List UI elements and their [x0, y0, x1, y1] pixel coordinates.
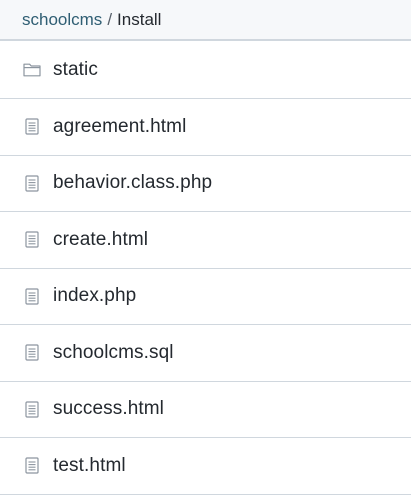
file-name: schoolcms.sql: [53, 341, 174, 363]
file-icon: [23, 400, 41, 418]
file-row[interactable]: create.html: [0, 212, 411, 269]
file-row[interactable]: schoolcms.sql: [0, 325, 411, 382]
breadcrumb-separator: /: [107, 9, 113, 29]
breadcrumb-repo-link[interactable]: schoolcms: [22, 10, 102, 30]
file-name: test.html: [53, 454, 126, 476]
file-name: agreement.html: [53, 115, 187, 137]
file-name: index.php: [53, 285, 137, 307]
file-row[interactable]: agreement.html: [0, 99, 411, 156]
file-list: static agreement.html behavior.class.php: [0, 40, 411, 495]
folder-row-static[interactable]: static: [0, 40, 411, 99]
breadcrumb: schoolcms / Install: [0, 0, 411, 40]
file-icon: [23, 287, 41, 305]
file-icon: [23, 118, 41, 136]
file-name: success.html: [53, 398, 165, 420]
file-row[interactable]: test.html: [0, 438, 411, 495]
file-name: create.html: [53, 228, 149, 250]
breadcrumb-current: Install: [117, 9, 162, 29]
file-icon: [23, 174, 41, 192]
file-name: behavior.class.php: [53, 172, 213, 194]
file-row[interactable]: behavior.class.php: [0, 156, 411, 212]
file-row[interactable]: success.html: [0, 382, 411, 438]
folder-icon: [23, 61, 41, 79]
file-icon: [23, 344, 41, 362]
file-icon: [23, 457, 41, 475]
file-row[interactable]: index.php: [0, 269, 411, 325]
file-name: static: [53, 58, 98, 80]
file-icon: [23, 231, 41, 249]
